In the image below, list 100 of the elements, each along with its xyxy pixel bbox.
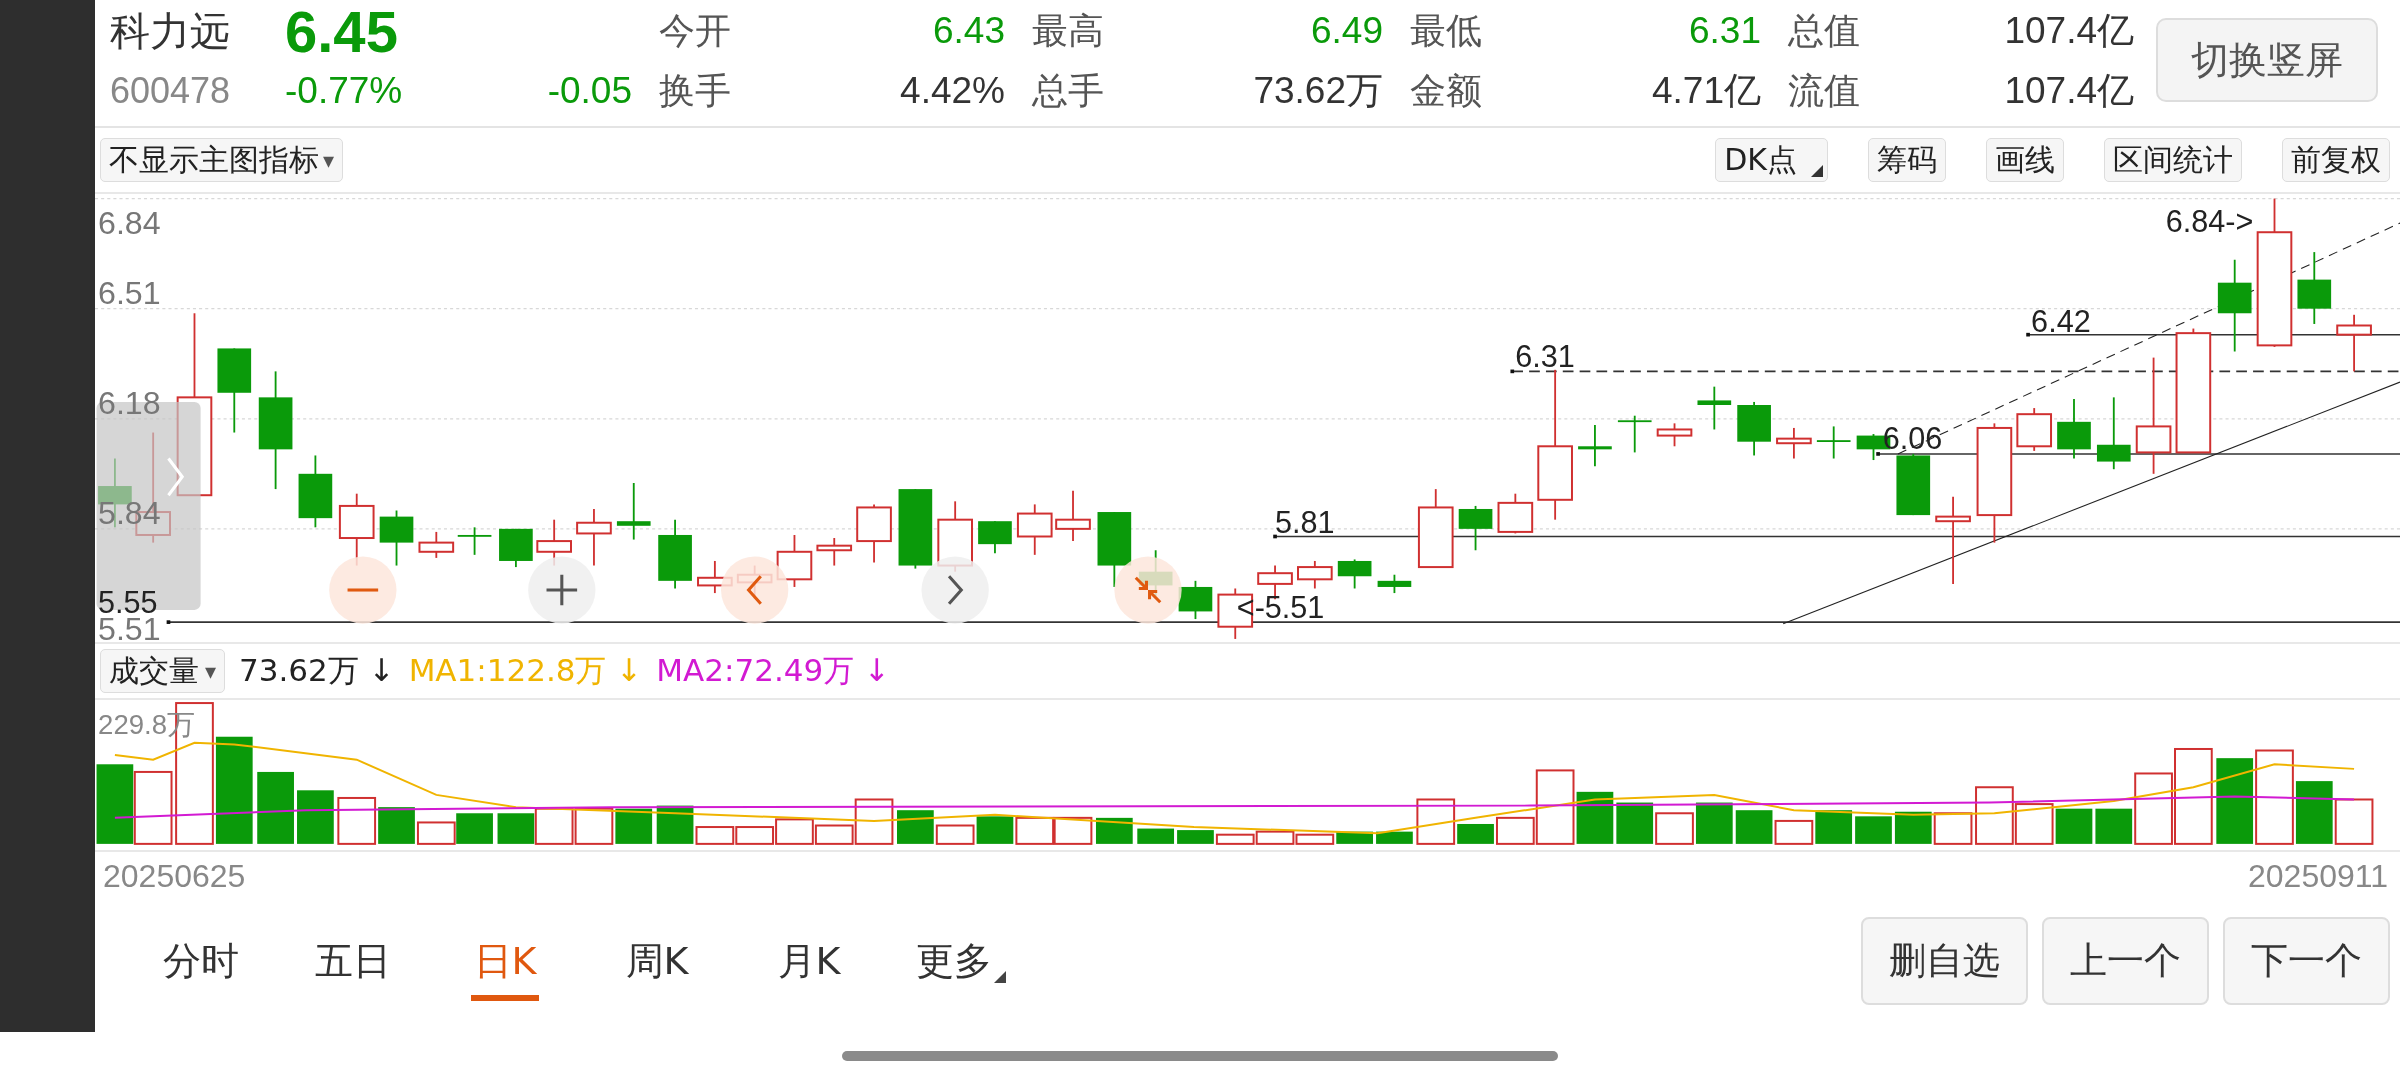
volume-bar bbox=[1295, 833, 1335, 845]
change-percent: -0.77% bbox=[285, 70, 404, 112]
volume-bar bbox=[1774, 819, 1814, 845]
collapse-arrows-icon[interactable] bbox=[1114, 556, 1182, 624]
stat-value: 4.71亿 bbox=[1651, 69, 1761, 113]
stat-label: 总值 bbox=[1787, 8, 1861, 53]
stat-value: 107.4亿 bbox=[2003, 9, 2134, 53]
tool-button[interactable]: 区间统计 bbox=[2104, 138, 2242, 182]
zoom-out-icon[interactable] bbox=[329, 556, 397, 624]
volume-bar bbox=[2014, 803, 2054, 845]
volume-reading: MA1:122.8万 ↓ bbox=[408, 651, 643, 690]
date-label: 20250625 bbox=[103, 857, 246, 895]
candlestick bbox=[658, 518, 692, 590]
volume-bar bbox=[337, 796, 377, 845]
stat-value: 6.49 bbox=[1310, 10, 1383, 52]
indicator-dropdown[interactable]: 不显示主图指标▾ bbox=[100, 138, 344, 182]
candlestick bbox=[1055, 489, 1091, 542]
candlestick bbox=[2016, 407, 2053, 452]
volume-bar bbox=[1137, 828, 1175, 844]
candlestick bbox=[1776, 427, 1812, 460]
volume-bar bbox=[497, 813, 535, 844]
stat-label: 金额 bbox=[1409, 68, 1483, 113]
chevron-left-icon[interactable] bbox=[721, 556, 789, 624]
candlestick bbox=[1297, 560, 1333, 590]
volume-bar bbox=[1096, 817, 1133, 844]
volume-bar bbox=[574, 807, 614, 845]
action-button[interactable]: 删自选 bbox=[1861, 917, 2028, 1005]
volume-bar bbox=[1933, 812, 1973, 845]
stat-label: 流值 bbox=[1787, 68, 1861, 113]
chevron-right-icon[interactable] bbox=[921, 556, 989, 624]
volume-bar bbox=[1376, 831, 1413, 844]
volume-bar bbox=[1177, 830, 1214, 844]
volume-indicator-dropdown[interactable]: 成交量 ▾ bbox=[100, 649, 226, 693]
candlestick bbox=[1737, 401, 1771, 457]
volume-bar bbox=[976, 816, 1014, 844]
volume-bar bbox=[1735, 810, 1773, 844]
volume-bar bbox=[1975, 786, 2014, 845]
stat-value: 4.42% bbox=[899, 70, 1005, 112]
price-annotation: 5.55 bbox=[98, 584, 158, 619]
tool-button[interactable]: 画线 bbox=[1986, 138, 2064, 182]
last-price: 6.45 bbox=[285, 0, 399, 65]
volume-bar bbox=[1015, 816, 1055, 845]
candlestick bbox=[457, 526, 492, 556]
volume-bar bbox=[456, 813, 493, 844]
stat-label: 最低 bbox=[1409, 8, 1483, 53]
price-annotation: 6.42 bbox=[2031, 303, 2091, 338]
volume-bar bbox=[1815, 810, 1853, 844]
stat-label: 换手 bbox=[658, 68, 732, 113]
action-button[interactable]: 上一个 bbox=[2042, 917, 2209, 1005]
tool-button[interactable]: 筹码 bbox=[1868, 138, 1946, 182]
stock-code: 600478 bbox=[110, 70, 232, 112]
switch-orientation-button[interactable]: 切换竖屏 bbox=[2156, 18, 2378, 102]
tool-button[interactable]: DK点 bbox=[1715, 138, 1828, 182]
zoom-in-icon[interactable] bbox=[528, 556, 596, 624]
candlestick bbox=[1896, 453, 1931, 516]
volume-bar bbox=[297, 790, 334, 844]
price-annotation: 6.84-> bbox=[2165, 204, 2254, 239]
candlestick bbox=[2336, 313, 2372, 373]
volume-bar bbox=[2055, 808, 2093, 844]
tool-button[interactable]: 前复权 bbox=[2282, 138, 2390, 182]
price-annotation: 6.31 bbox=[1515, 338, 1575, 373]
stat-value: 107.4亿 bbox=[2003, 69, 2134, 113]
action-button[interactable]: 下一个 bbox=[2223, 917, 2390, 1005]
volume-bar bbox=[534, 807, 574, 845]
volume-bar bbox=[1855, 816, 1892, 844]
candlestick bbox=[1016, 503, 1053, 556]
period-tab[interactable]: 分时 bbox=[125, 921, 277, 1001]
candlestick bbox=[1656, 422, 1693, 448]
volume-bar bbox=[1894, 811, 1932, 844]
price-axis-label: 6.51 bbox=[98, 275, 161, 312]
period-tab[interactable]: 五日 bbox=[277, 921, 429, 1001]
period-tab[interactable]: 日K bbox=[471, 921, 539, 1001]
period-tab[interactable]: 更多 bbox=[885, 921, 1037, 1001]
date-label: 20250911 bbox=[2248, 857, 2388, 895]
stat-label: 今开 bbox=[658, 8, 732, 53]
period-tab[interactable]: 周K bbox=[581, 921, 733, 1001]
candlestick bbox=[499, 527, 533, 568]
volume-bar bbox=[735, 826, 775, 845]
price-axis-label: 6.18 bbox=[98, 385, 161, 422]
period-tab[interactable]: 月K bbox=[733, 921, 885, 1001]
volume-bar bbox=[1053, 816, 1093, 845]
volume-bar bbox=[615, 808, 653, 844]
volume-bar bbox=[775, 818, 814, 845]
stat-value: 6.31 bbox=[1688, 10, 1761, 52]
volume-bar bbox=[1655, 812, 1694, 845]
stat-value: 73.62万 bbox=[1252, 69, 1383, 113]
candlestick bbox=[616, 482, 651, 541]
candlestick bbox=[2057, 397, 2091, 460]
candlestick bbox=[1617, 414, 1652, 454]
candlestick bbox=[1697, 385, 1732, 431]
candlestick bbox=[978, 520, 1012, 555]
volume-bar bbox=[1215, 833, 1255, 845]
stat-label: 总手 bbox=[1031, 68, 1105, 113]
price-change: -0.05 bbox=[546, 70, 632, 112]
volume-bar bbox=[1255, 830, 1295, 845]
volume-bar bbox=[1695, 802, 1733, 844]
candlestick bbox=[418, 531, 455, 559]
stat-value: 6.43 bbox=[932, 10, 1005, 52]
candlestick bbox=[576, 508, 612, 567]
candlestick bbox=[1337, 558, 1372, 590]
